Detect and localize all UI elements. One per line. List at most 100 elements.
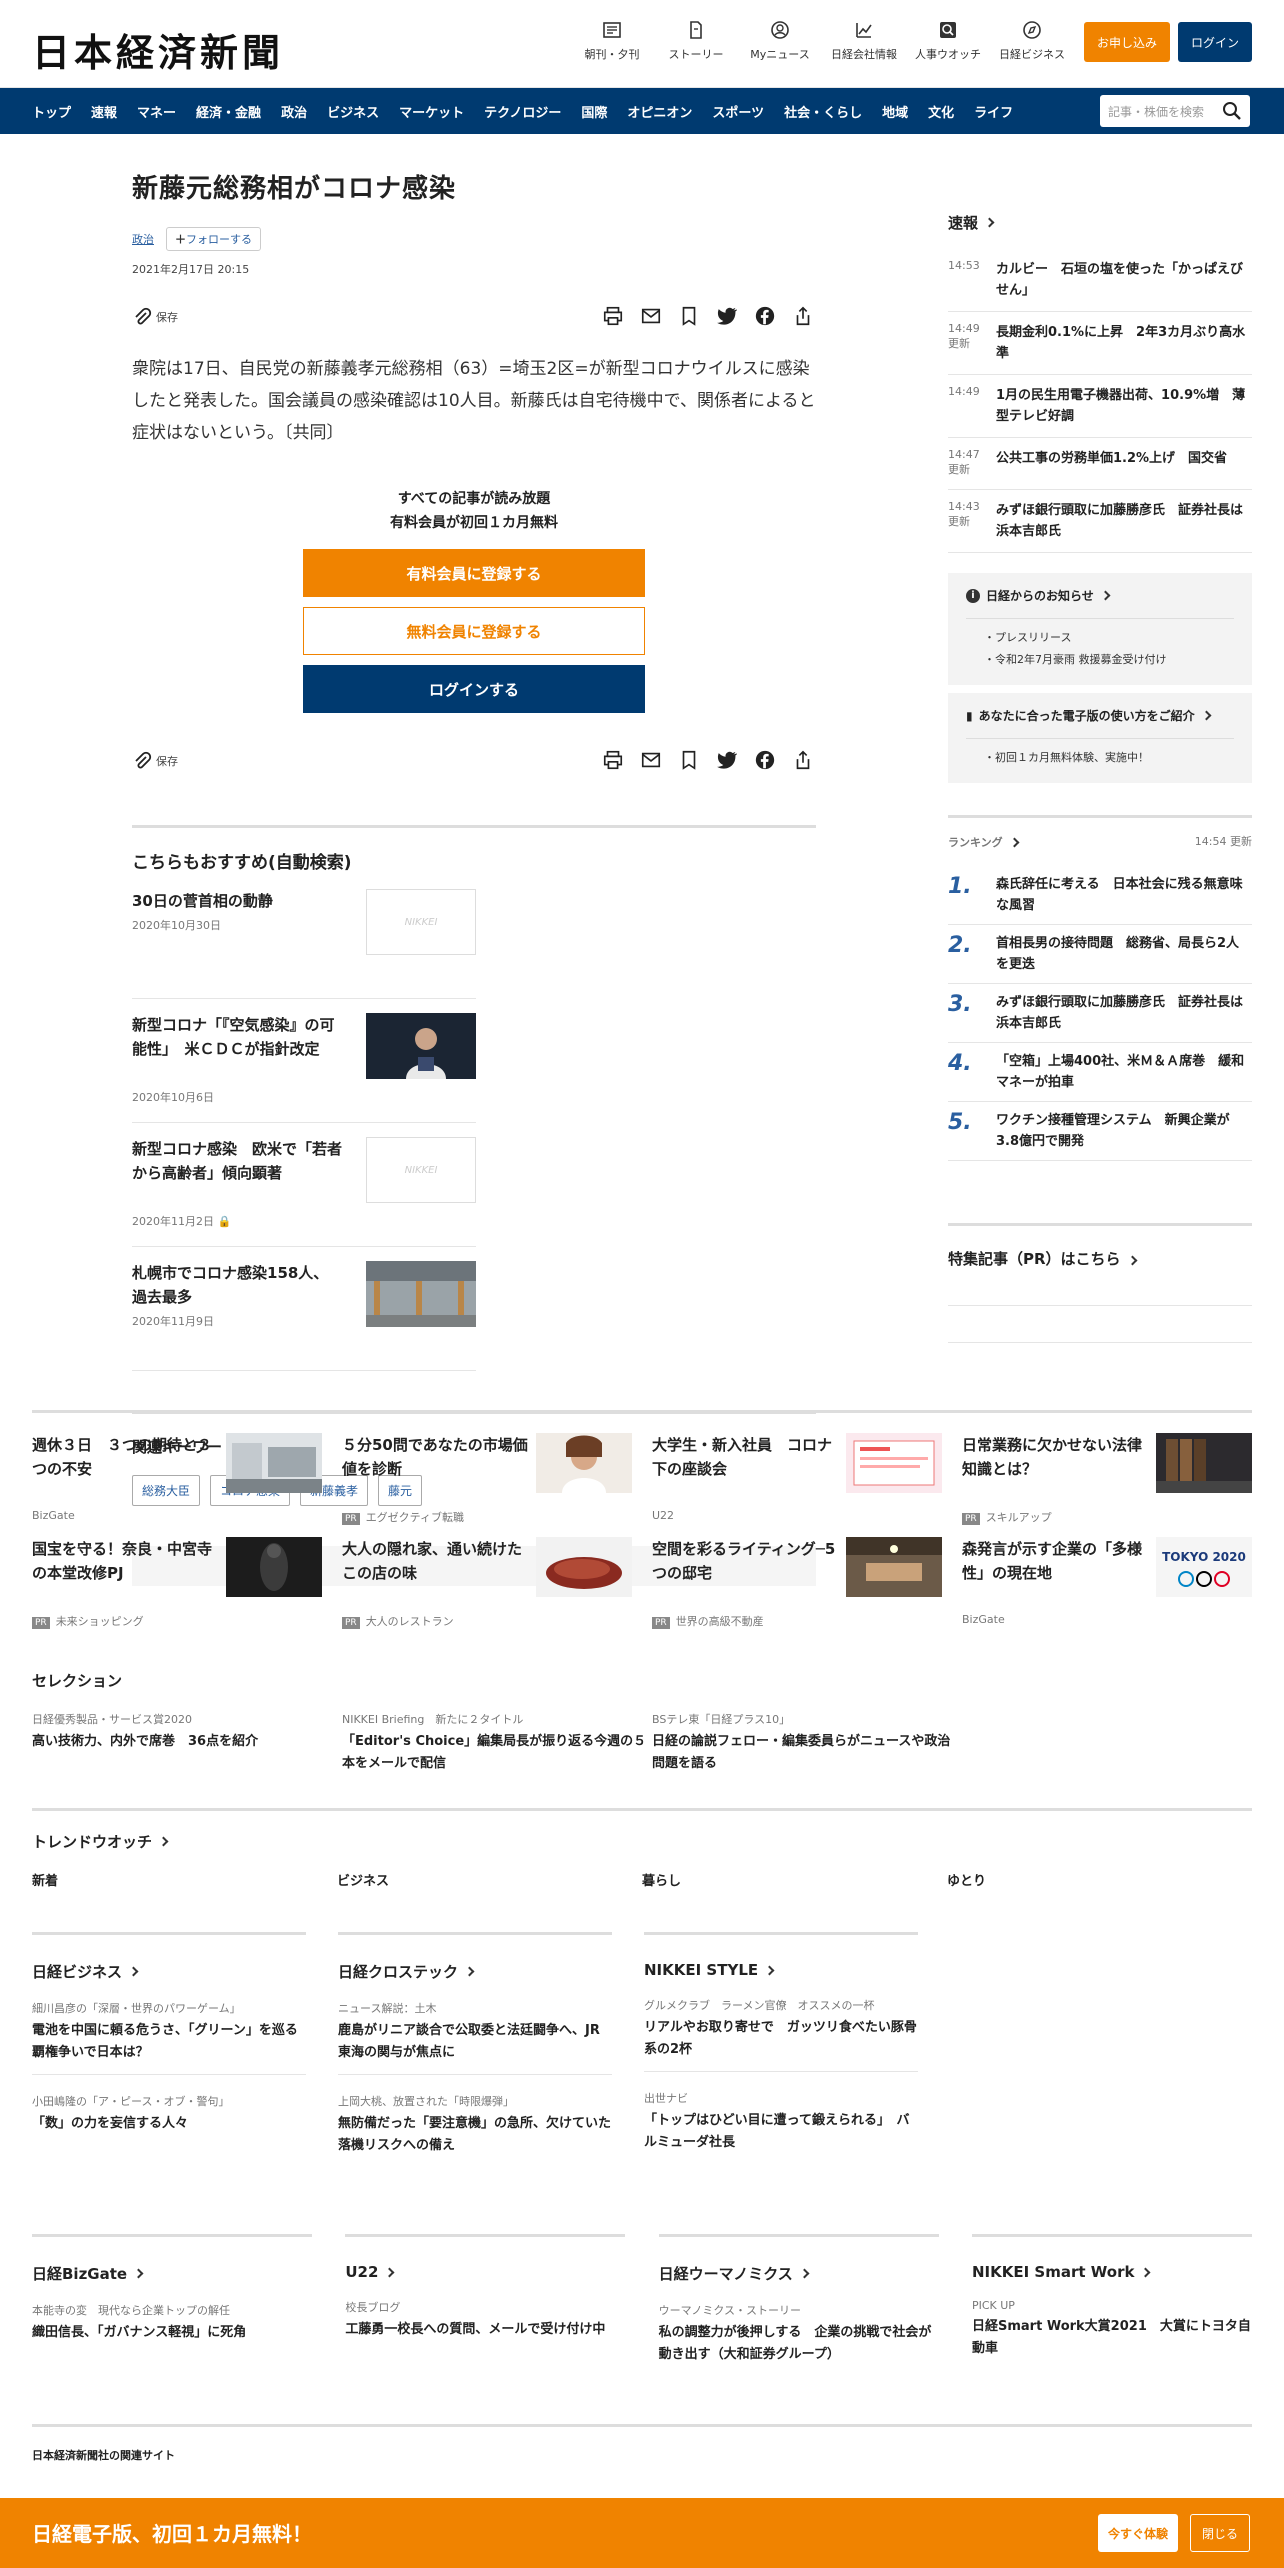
header-nav-jinji[interactable]: 人事ウオッチ [906,20,990,62]
bookmark-icon[interactable] [678,749,702,773]
guide-title[interactable]: ▮ あなたに合った電子版の使い方をご紹介 [966,707,1234,724]
notice-item[interactable]: ・プレスリリース [984,627,1234,649]
recommend-item[interactable]: 新型コロナ「『空気感染』の可能性」 米ＣＤＣが指針改定 2020年10月6日 [132,1009,476,1123]
trend-tab[interactable]: ビジネス [337,1870,642,1889]
ad-item[interactable]: 日常業務に欠かせない法律知識とは？ PR スキルアップ [962,1433,1252,1537]
paid-register-button[interactable]: 有料会員に登録する [303,549,645,597]
notice-item[interactable]: ・令和2年7月豪雨 救援募金受け付け [984,649,1234,671]
media-item[interactable]: 細川昌彦の「深層・世界のパワーゲーム」 電池を中国に頼る危うさ、「グリーン」を巡る… [32,2000,306,2075]
ad-item[interactable]: 大学生・新入社員 コロナ下の座談会 U22 [652,1433,942,1537]
media-item[interactable]: グルメクラブ ラーメン官僚 オススメの一杯 リアルやお取り寄せで ガッツリ食べたい… [644,1997,918,2072]
notice-title[interactable]: i 日経からのお知らせ [966,587,1234,604]
ranking-item[interactable]: 2. 首相長男の接待問題 総務省、局長ら2人を更迭 [948,925,1252,984]
header-nav-story[interactable]: ストーリー [654,20,738,62]
selection-item[interactable]: 日経優秀製品・サービス賞2020 高い技術力、内外で席巻 36点を紹介 [32,1711,342,1775]
media-title[interactable]: 日経ビジネス [32,1961,306,1982]
gnav-item[interactable]: スポーツ [702,102,774,121]
ranking-item[interactable]: 3. みずほ銀行頭取に加藤勝彦氏 証券社長は浜本吉郎氏 [948,984,1252,1043]
facebook-icon[interactable] [754,749,778,773]
media-item[interactable]: 小田嶋隆の「ア・ピース・オブ・警句」 「数」の力を妄信する人々 [32,2093,306,2145]
free-register-button[interactable]: 無料会員に登録する [303,607,645,655]
twitter-icon[interactable] [716,749,740,773]
save-button-bottom[interactable]: 保存 [132,751,178,771]
media-item[interactable]: 出世ナビ 「トップはひどい目に遭って鍛えられる」 バルミューダ社長 [644,2090,918,2164]
mail-icon[interactable] [640,749,664,773]
article-body: 衆院は17日、自民党の新藤義孝元総務相（63）=埼玉2区=が新型コロナウイルスに… [132,359,816,443]
gnav-item[interactable]: オピニオン [617,102,702,121]
gnav-item[interactable]: ビジネス [317,102,389,121]
media2-column[interactable]: NIKKEI Smart Work PICK UP 日経Smart Work大賞2… [971,2234,1252,2366]
media-title[interactable]: NIKKEI STYLE [644,1961,918,1979]
ranking-item[interactable]: 5. ワクチン接種管理システム 新興企業が3.8億円で開発 [948,1102,1252,1161]
header-nav-company[interactable]: 日経会社情報 [822,20,906,62]
print-icon[interactable] [602,749,626,773]
ranking-title[interactable]: ランキング [948,832,1020,850]
gnav-item[interactable]: 速報 [81,102,127,121]
ad-item[interactable]: 国宝を守る！奈良・中宮寺の本堂改修PJ PR 未来ショッピング [32,1537,322,1641]
related-title: 日本経済新聞社の関連サイト [32,2449,175,2462]
gnav-item[interactable]: ライフ [964,102,1023,121]
search-input[interactable]: 記事・株価を検索 [1100,95,1250,127]
gnav-item[interactable]: マネー [127,102,186,121]
try-now-button[interactable]: 今すぐ体験 [1098,2514,1178,2552]
sokuho-item[interactable]: 14:53 カルビー 石垣の塩を使った「かっぱえびせん」 [948,249,1252,312]
recommend-item[interactable]: 札幌市でコロナ感染158人、過去最多 2020年11月9日 [132,1257,476,1371]
gnav-item[interactable]: 政治 [271,102,317,121]
sokuho-item[interactable]: 14:49 1月の民生用電子機器出荷、10.9%増 薄型テレビ好調 [948,375,1252,438]
pr-title[interactable]: 特集記事（PR）はこちら [948,1250,1137,1268]
media-item[interactable]: 上岡大桃、放置された「時限爆弾」 無防備だった「要注意機」の急所、欠けていた落機リ… [338,2093,612,2167]
login-button[interactable]: ログイン [1178,22,1252,62]
recommend-item[interactable]: 新型コロナ感染 欧米で「若者から高齢者」傾向顕著 2020年11月2日 🔒 NI… [132,1133,476,1247]
ad-item[interactable]: 空間を彩るライティング─5つの邸宅 PR 世界の高級不動産 [652,1537,942,1641]
gnav-item[interactable]: トップ [22,102,81,121]
facebook-icon[interactable] [754,305,778,329]
ranking-item[interactable]: 1. 森氏辞任に考える 日本社会に残る無意味な風習 [948,866,1252,925]
sokuho-item[interactable]: 14:43 更新 みずほ銀行頭取に加藤勝彦氏 証券社長は浜本吉郎氏 [948,490,1252,553]
selection-item[interactable]: NIKKEI Briefing 新たに２タイトル 「Editor's Choice… [342,1711,652,1775]
ad-item[interactable]: 大人の隠れ家、通い続けたこの店の味 PR 大人のレストラン [342,1537,632,1641]
follow-button[interactable]: ＋フォローする [166,227,261,251]
gnav-item[interactable]: 文化 [918,102,964,121]
gnav-item[interactable]: マーケット [389,102,474,121]
ranking-item[interactable]: 4. 「空箱」上場400社、米Ｍ＆Ａ席巻 緩和マネーが拍車 [948,1043,1252,1102]
save-button[interactable]: 保存 [132,307,178,327]
article-category-link[interactable]: 政治 [132,231,154,247]
gnav-item[interactable]: 経済・金融 [186,102,271,121]
gnav-item[interactable]: 国際 [571,102,617,121]
ad-item[interactable]: ５分50問であなたの市場価値を診断 PR エグゼクティブ転職 [342,1433,632,1537]
media2-column[interactable]: U22 校長ブログ 工藤勇一校長への質問、メールで受け付け中 [345,2234,626,2366]
site-logo[interactable]: 日本経済新聞 [32,22,284,77]
recommend-item[interactable]: 30日の菅首相の動静 2020年10月30日 NIKKEI [132,885,476,999]
sokuho-title[interactable]: 速報 [948,212,1252,233]
gnav-item[interactable]: テクノロジー [474,102,571,121]
share-icon[interactable] [792,749,816,773]
ad-item[interactable]: 森発言が示す企業の「多様性」の現在地 BizGate TOKYO 2020 [962,1537,1252,1641]
gnav-item[interactable]: 地域 [872,102,918,121]
header-nav-business[interactable]: 日経ビジネス [990,20,1074,62]
selection-item[interactable]: BSテレ東「日経プラス10」 日経の論説フェロー・編集委員らがニュースや政治問題を… [652,1711,962,1775]
signup-button[interactable]: お申し込み [1084,22,1170,62]
twitter-icon[interactable] [716,305,740,329]
media-title[interactable]: 日経クロステック [338,1961,612,1982]
print-icon[interactable] [602,305,626,329]
header-nav-mynews[interactable]: Myニュース [738,20,822,62]
trend-tab[interactable]: 新着 [32,1870,337,1889]
mail-icon[interactable] [640,305,664,329]
search-icon[interactable] [1222,101,1242,121]
header-nav-newspaper[interactable]: 朝刊・夕刊 [570,20,654,62]
sokuho-item[interactable]: 14:47 更新 公共工事の労務単価1.2%上げ 国交省 [948,438,1252,490]
trend-tab[interactable]: 暮らし [642,1870,947,1889]
media2-column[interactable]: 日経ウーマノミクス ウーマノミクス・ストーリー 私の調整力が後押しする 企業の挑戦… [658,2234,939,2366]
trend-title[interactable]: トレンドウオッチ [32,1831,1252,1852]
share-icon[interactable] [792,305,816,329]
trend-tab[interactable]: ゆとり [947,1870,1252,1889]
close-banner-button[interactable]: 閉じる [1190,2514,1250,2552]
media2-column[interactable]: 日経BizGate 本能寺の変 現代なら企業トップの解任 織田信長、「ガバナンス軽… [32,2234,312,2366]
media-item[interactable]: ニュース解説：土木 鹿島がリニア談合で公取委と法廷闘争へ、JR東海の関与が焦点に [338,2000,612,2075]
ad-item[interactable]: 週休３日 ３つの期待と３つの不安 BizGate [32,1433,322,1537]
sokuho-item[interactable]: 14:49 更新 長期金利0.1%に上昇 2年3カ月ぶり高水準 [948,312,1252,375]
paywall-login-button[interactable]: ログインする [303,665,645,713]
bookmark-icon[interactable] [678,305,702,329]
guide-item[interactable]: ・初回１カ月無料体験、実施中！ [984,747,1234,769]
gnav-item[interactable]: 社会・くらし [774,102,872,121]
